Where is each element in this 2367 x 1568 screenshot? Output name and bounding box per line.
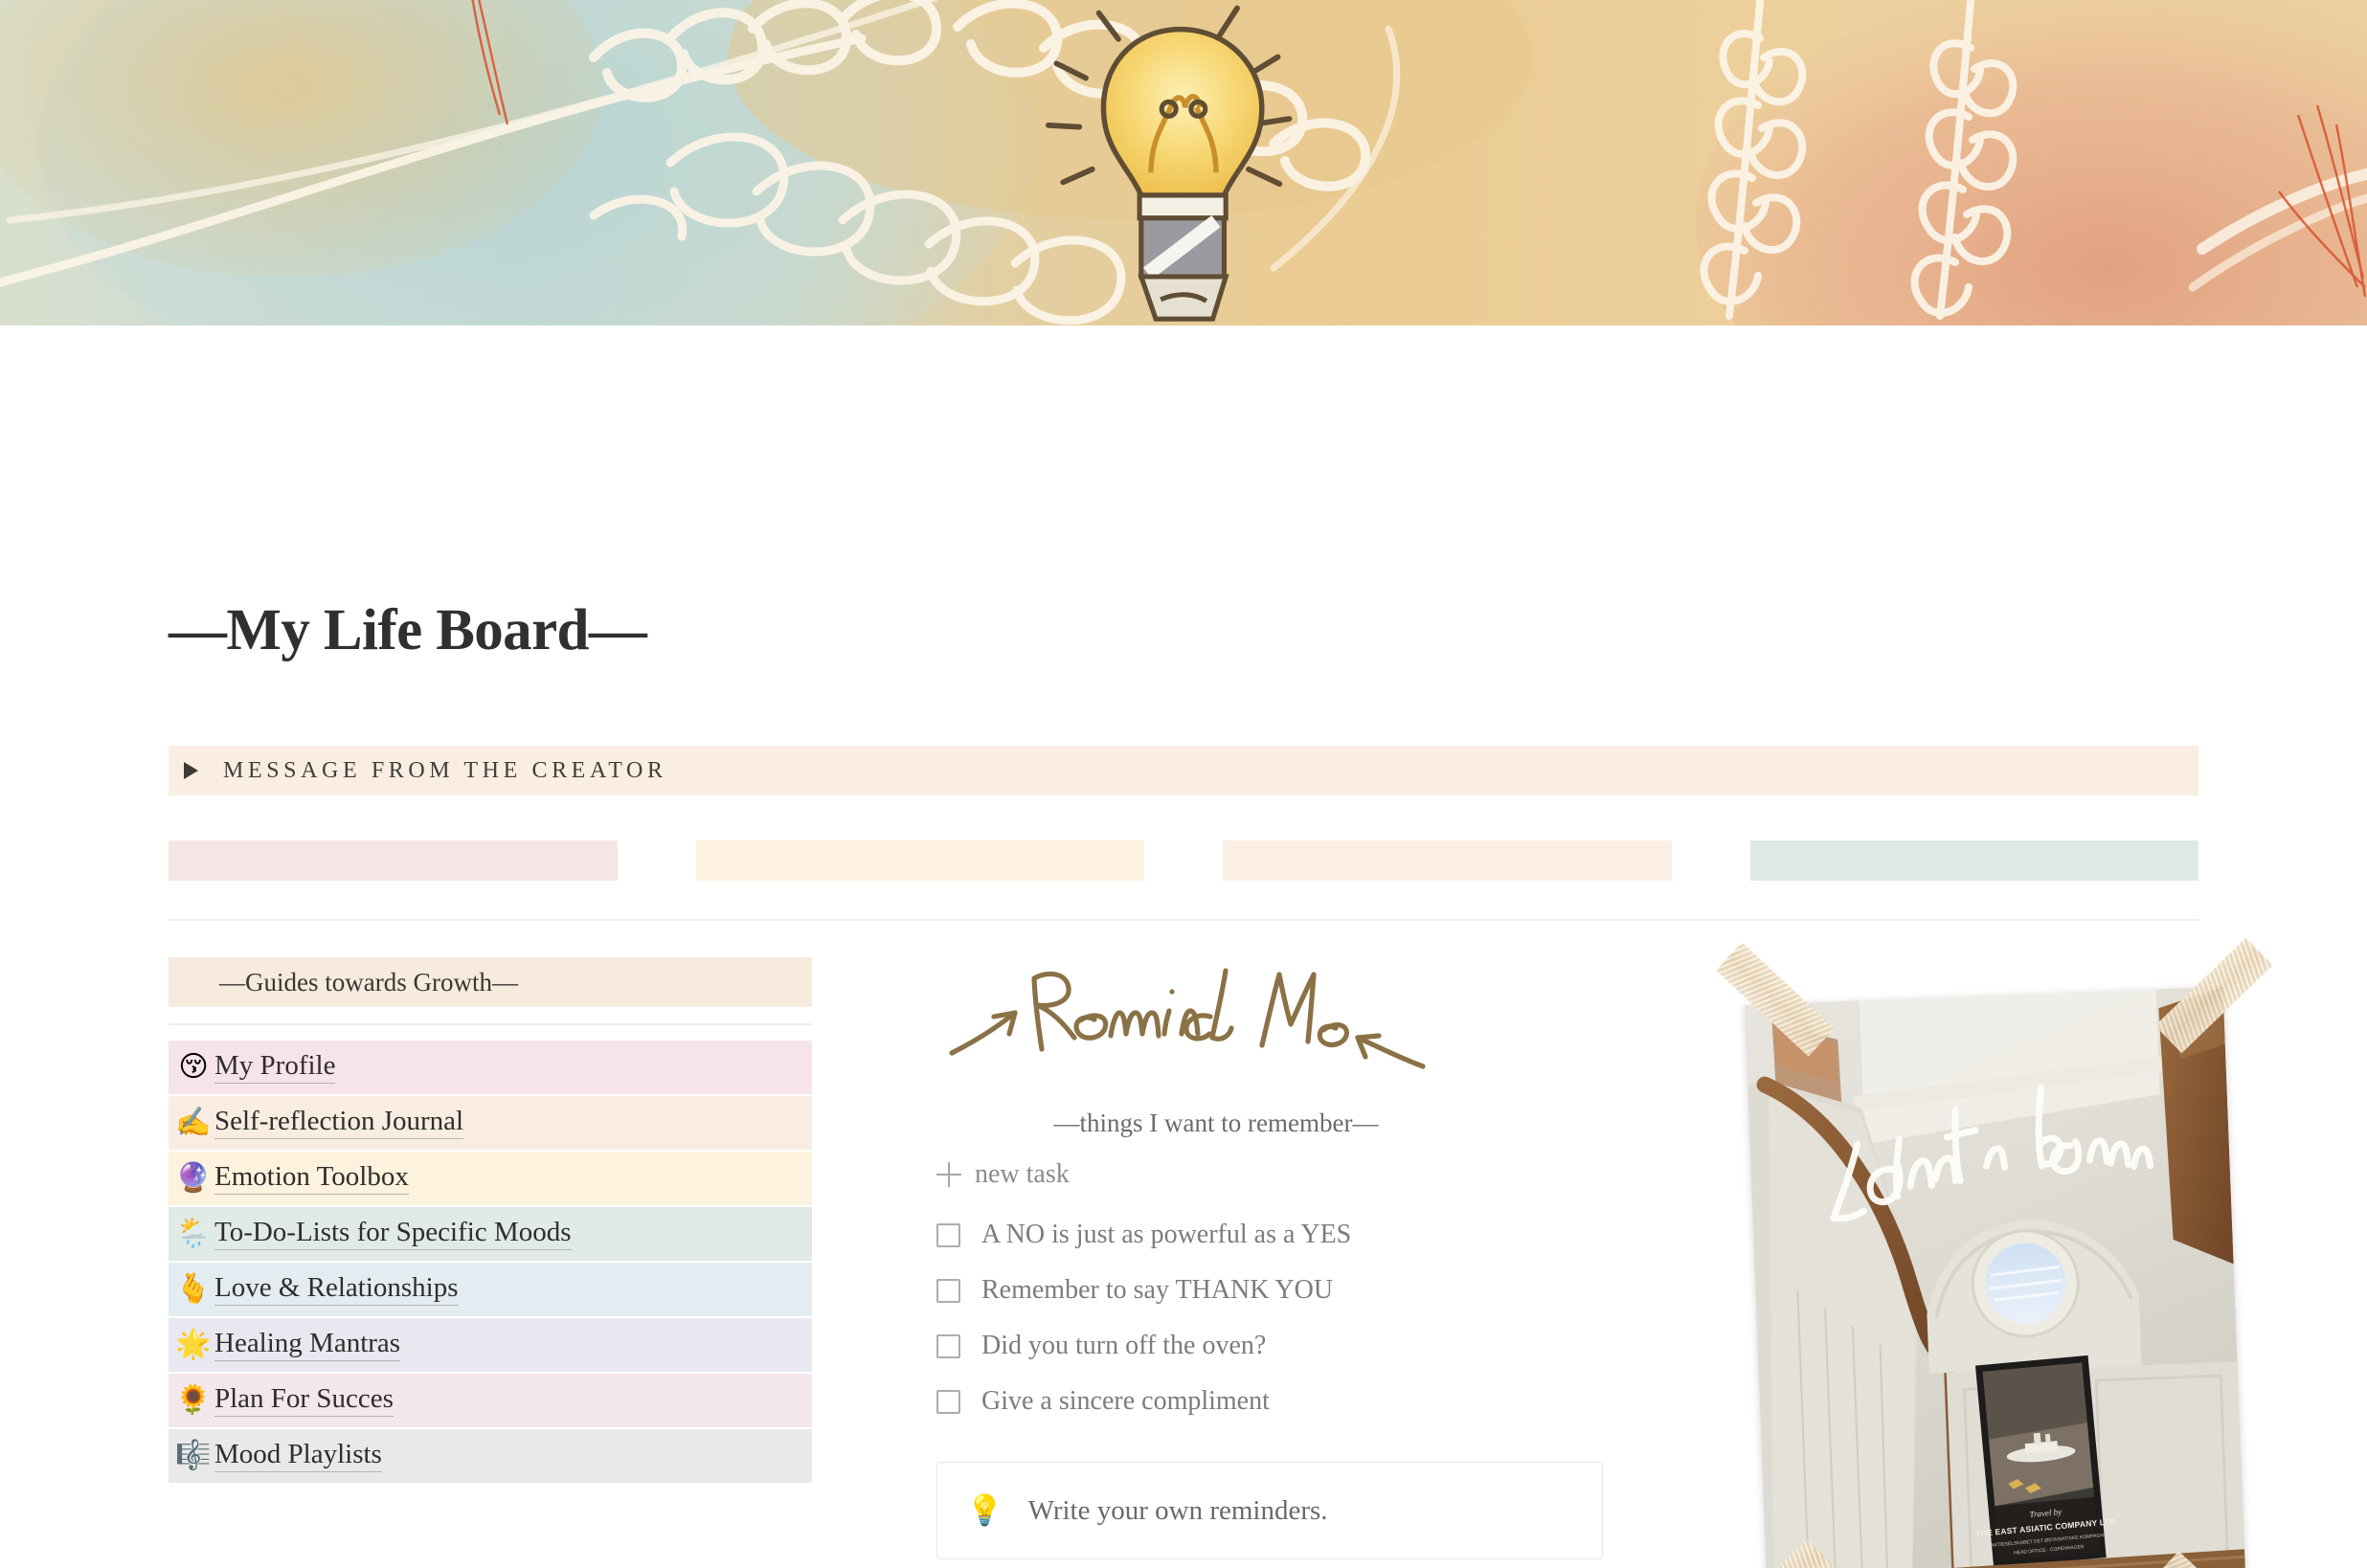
plus-icon[interactable] (936, 1162, 961, 1187)
guides-header: —Guides towards Growth— (169, 957, 812, 1007)
triangle-right-icon[interactable] (184, 762, 198, 779)
section-divider (169, 919, 2198, 921)
sidebar-item-todo-lists-for-specific-moods[interactable]: 🌦️ To-Do-Lists for Specific Moods (169, 1207, 812, 1261)
cream-block[interactable] (695, 840, 1144, 881)
page-title: —My Life Board— (169, 598, 647, 662)
sidebar-item-emotion-toolbox[interactable]: 🔮 Emotion Toolbox (169, 1152, 812, 1205)
sidebar-item-my-profile[interactable]: 😚 My Profile (169, 1041, 812, 1094)
staircase-photo[interactable]: Travel by THE EAST ASIATIC COMPANY LTD. … (1744, 986, 2247, 1568)
sidebar-item-mood-playlists[interactable]: 🎼 Mood Playlists (169, 1429, 812, 1483)
page-content: —My Life Board— MESSAGE FROM THE CREATOR… (0, 601, 2367, 1568)
sidebar-item-label[interactable]: Mood Playlists (214, 1439, 382, 1473)
sidebar-item-love-and-relationships[interactable]: 🫰 Love & Relationships (169, 1263, 812, 1316)
remind-me-subtitle: —things I want to remember— (1053, 1109, 1379, 1137)
task-label[interactable]: Remember to say THANK YOU (981, 1275, 1333, 1306)
task-row[interactable]: Remember to say THANK YOU (936, 1263, 1588, 1318)
remind-me-column: —things I want to remember— new task A N… (812, 957, 1603, 1559)
peach-block[interactable] (1223, 840, 1672, 881)
sidebar-item-label[interactable]: My Profile (214, 1050, 336, 1085)
write-reminders-callout[interactable]: 💡 Write your own reminders. (936, 1462, 1603, 1559)
main-columns: —Guides towards Growth— 😚 My Profile ✍️ … (169, 937, 2273, 1568)
sidebar-item-label[interactable]: To-Do-Lists for Specific Moods (214, 1217, 572, 1251)
mint-block[interactable] (1749, 840, 2198, 881)
page-banner (0, 0, 2367, 325)
sidebar-item-label[interactable]: Love & Relationships (214, 1272, 459, 1307)
callout-text[interactable]: Write your own reminders. (1028, 1495, 1328, 1527)
glowing-star-icon: 🌟 (175, 1328, 212, 1361)
sidebar-item-label[interactable]: Plan For Succes (214, 1383, 394, 1418)
writing-hand-icon: ✍️ (175, 1106, 212, 1139)
task-checkbox[interactable] (936, 1278, 960, 1303)
staircase-photo-artwork: Travel by THE EAST ASIATIC COMPANY LTD. … (1744, 986, 2247, 1568)
photo-frame: Travel by THE EAST ASIATIC COMPANY LTD. … (1716, 937, 2273, 1568)
pink-block[interactable] (169, 840, 618, 881)
sun-behind-rain-cloud-icon: 🌦️ (175, 1217, 212, 1250)
guides-divider (169, 1023, 812, 1025)
musical-score-icon: 🎼 (175, 1439, 212, 1472)
guides-nav-list: 😚 My Profile ✍️ Self-reflection Journal … (169, 1041, 812, 1483)
sidebar-item-healing-mantras[interactable]: 🌟 Healing Mantras (169, 1318, 812, 1372)
toggle-label: MESSAGE FROM THE CREATOR (223, 757, 667, 783)
message-from-creator-toggle[interactable]: MESSAGE FROM THE CREATOR (169, 746, 2198, 795)
new-task-label: new task (975, 1159, 1070, 1189)
lightbulb-illustration-icon (1046, 5, 1293, 322)
task-checkbox[interactable] (936, 1222, 960, 1247)
task-row[interactable]: Did you turn off the oven? (936, 1318, 1588, 1374)
task-label[interactable]: A NO is just as powerful as a YES (981, 1220, 1351, 1250)
task-label[interactable]: Give a sincere compliment (981, 1386, 1270, 1417)
sidebar-item-label[interactable]: Healing Mantras (214, 1328, 401, 1362)
sidebar-item-label[interactable]: Self-reflection Journal (214, 1106, 464, 1140)
color-block-row (169, 840, 2198, 881)
task-label[interactable]: Did you turn off the oven? (981, 1331, 1266, 1361)
photo-column: Travel by THE EAST ASIATIC COMPANY LTD. … (1588, 937, 2273, 1568)
task-checkbox[interactable] (936, 1389, 960, 1414)
guides-column: —Guides towards Growth— 😚 My Profile ✍️ … (169, 957, 812, 1485)
kissing-face-icon: 😚 (178, 1050, 209, 1084)
remind-me-script-heading (949, 968, 1426, 1069)
reminder-task-list: A NO is just as powerful as a YES Rememb… (936, 1207, 1588, 1429)
sidebar-item-self-reflection-journal[interactable]: ✍️ Self-reflection Journal (169, 1096, 812, 1150)
new-task-button[interactable]: new task (936, 1159, 1588, 1190)
sidebar-item-label[interactable]: Emotion Toolbox (214, 1161, 409, 1196)
sunflower-icon: 🌻 (175, 1383, 212, 1417)
lightbulb-icon: 💡 (966, 1492, 1003, 1528)
crystal-ball-icon: 🔮 (175, 1161, 212, 1195)
sidebar-item-plan-for-succes[interactable]: 🌻 Plan For Succes (169, 1374, 812, 1427)
task-checkbox[interactable] (936, 1333, 960, 1358)
task-row[interactable]: Give a sincere compliment (936, 1374, 1588, 1429)
task-row[interactable]: A NO is just as powerful as a YES (936, 1207, 1588, 1263)
hand-with-heart-icon: 🫰 (175, 1272, 212, 1306)
